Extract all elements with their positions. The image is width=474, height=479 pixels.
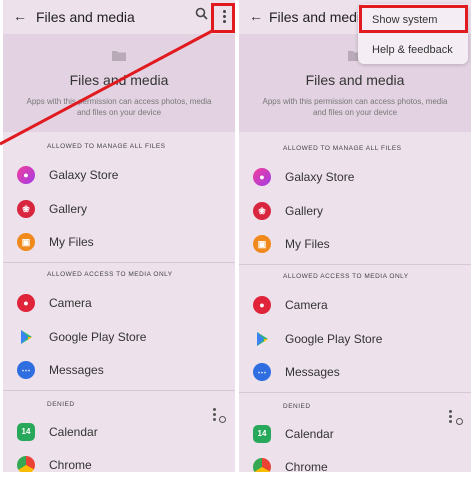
annotation-arrow-line — [0, 29, 213, 146]
